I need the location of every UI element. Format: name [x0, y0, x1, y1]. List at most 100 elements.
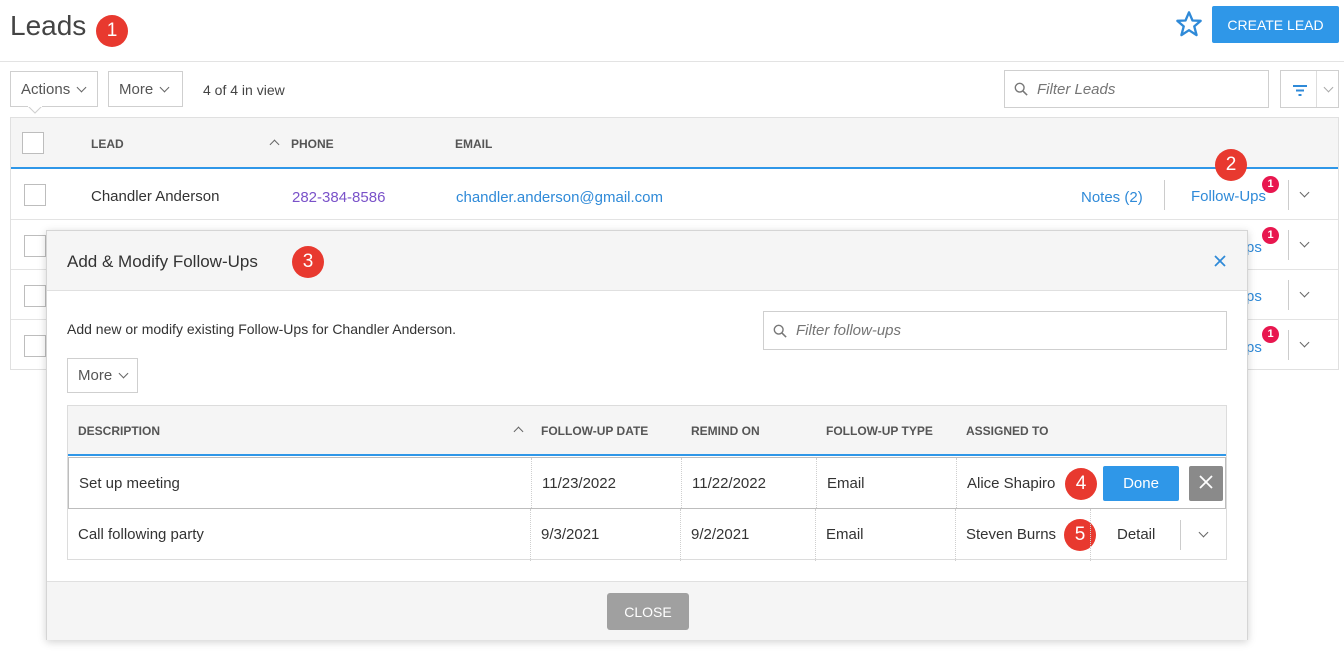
- column-divider: [1090, 509, 1091, 561]
- column-divider: [955, 509, 956, 561]
- filter-followups-input[interactable]: [763, 311, 1227, 350]
- row-expand-chevron-icon[interactable]: [1299, 337, 1310, 348]
- row-expand-chevron-icon[interactable]: [1299, 287, 1310, 298]
- close-button[interactable]: CLOSE: [607, 593, 689, 630]
- row-divider: [1180, 520, 1181, 550]
- column-divider: [815, 509, 816, 561]
- column-header-lead[interactable]: LEAD: [91, 137, 124, 151]
- column-divider: [816, 458, 817, 508]
- followup-remind-on: 9/2/2021: [691, 526, 750, 543]
- sort-ascending-icon[interactable]: [269, 139, 280, 150]
- followups-link[interactable]: Follow-Ups: [1191, 188, 1266, 205]
- row-divider: [1288, 230, 1289, 260]
- row-expand-chevron-icon[interactable]: [1198, 527, 1209, 538]
- caret-pointer-icon: [28, 106, 42, 114]
- cancel-edit-button[interactable]: [1189, 466, 1223, 501]
- followup-assigned-to: Alice Shapiro: [967, 475, 1056, 492]
- followup-date: 11/23/2022: [542, 475, 616, 492]
- row-divider: [1164, 180, 1165, 210]
- followup-remind-on: 11/22/2022: [692, 475, 766, 492]
- row-expand-chevron-icon[interactable]: [1299, 237, 1310, 248]
- modal-title: Add & Modify Follow-Ups: [67, 252, 258, 271]
- column-divider: [531, 458, 532, 508]
- star-icon[interactable]: [1175, 10, 1203, 38]
- modal-header: Add & Modify Follow-Ups 3: [47, 231, 1247, 291]
- followups-modal: Add & Modify Follow-Ups 3 Add new or mod…: [46, 230, 1248, 640]
- followups-table: DESCRIPTION FOLLOW-UP DATE REMIND ON FOL…: [67, 405, 1227, 561]
- detail-link[interactable]: Detail: [1117, 526, 1155, 543]
- followups-link[interactable]: ps: [1246, 339, 1262, 356]
- column-divider: [956, 458, 957, 508]
- modal-footer: CLOSE: [47, 581, 1247, 640]
- search-icon: [773, 324, 787, 338]
- column-divider: [530, 509, 531, 561]
- column-header-phone[interactable]: PHONE: [291, 137, 334, 151]
- callout-badge-1: 1: [96, 15, 128, 47]
- row-divider: [1288, 180, 1289, 210]
- followups-count-badge: 1: [1262, 176, 1279, 193]
- column-header-description[interactable]: DESCRIPTION: [78, 424, 160, 438]
- followup-type: Email: [826, 526, 864, 543]
- row-checkbox[interactable]: [24, 235, 46, 257]
- chevron-down-icon[interactable]: [1323, 82, 1334, 93]
- table-row: Set up meeting 11/23/2022 11/22/2022 Ema…: [68, 457, 1226, 509]
- column-header-remind-on[interactable]: REMIND ON: [691, 424, 760, 438]
- callout-badge-4: 4: [1065, 468, 1097, 500]
- page-header: Leads 1 CREATE LEAD: [0, 0, 1344, 62]
- in-view-count: 4 of 4 in view: [203, 82, 285, 98]
- chevron-down-icon: [159, 82, 170, 92]
- lead-name[interactable]: Chandler Anderson: [91, 188, 219, 205]
- filter-options-button[interactable]: [1280, 70, 1339, 108]
- filter-leads-input[interactable]: [1004, 70, 1269, 108]
- more-dropdown[interactable]: More: [108, 71, 183, 107]
- row-checkbox[interactable]: [24, 335, 46, 357]
- row-checkbox[interactable]: [24, 184, 46, 206]
- column-divider: [680, 509, 681, 561]
- row-checkbox[interactable]: [24, 285, 46, 307]
- followup-description[interactable]: Set up meeting: [79, 475, 180, 492]
- close-icon: [1199, 475, 1213, 489]
- close-icon[interactable]: [1212, 253, 1228, 269]
- followup-type: Email: [827, 475, 865, 492]
- more-label: More: [119, 80, 154, 98]
- column-header-email[interactable]: EMAIL: [455, 137, 492, 151]
- followup-assigned-to: Steven Burns: [966, 526, 1057, 543]
- select-all-checkbox[interactable]: [22, 132, 44, 154]
- column-divider: [681, 458, 682, 508]
- column-header-followup-date[interactable]: FOLLOW-UP DATE: [541, 424, 648, 438]
- row-expand-chevron-icon[interactable]: [1299, 187, 1310, 198]
- table-row: Chandler Anderson 282-384-8586 chandler.…: [11, 170, 1338, 220]
- followup-description[interactable]: Call following party: [78, 526, 204, 543]
- followup-date: 9/3/2021: [541, 526, 600, 543]
- row-divider: [1288, 330, 1289, 360]
- row-divider: [1288, 280, 1289, 310]
- callout-badge-3: 3: [292, 246, 324, 278]
- notes-link[interactable]: Notes (2): [1081, 189, 1143, 206]
- column-header-assigned-to[interactable]: ASSIGNED TO: [966, 424, 1048, 438]
- filter-icon: [1293, 85, 1307, 96]
- column-header-followup-type[interactable]: FOLLOW-UP TYPE: [826, 424, 933, 438]
- more-label: More: [78, 367, 113, 384]
- search-icon: [1014, 82, 1028, 96]
- modal-more-dropdown[interactable]: More: [67, 358, 139, 393]
- sort-ascending-icon[interactable]: [513, 426, 524, 437]
- filter-divider: [1316, 71, 1317, 107]
- callout-badge-5: 5: [1064, 519, 1096, 551]
- followups-link[interactable]: ps: [1246, 239, 1262, 256]
- done-button[interactable]: Done: [1103, 466, 1179, 501]
- chevron-down-icon: [76, 82, 87, 92]
- create-lead-button[interactable]: CREATE LEAD: [1212, 6, 1339, 43]
- followups-count-badge: 1: [1262, 227, 1279, 244]
- callout-badge-2: 2: [1215, 149, 1247, 181]
- followups-count-badge: 1: [1262, 326, 1279, 343]
- chevron-down-icon: [118, 368, 129, 379]
- lead-phone-link[interactable]: 282-384-8586: [292, 189, 385, 206]
- page-title: Leads: [10, 10, 87, 41]
- lead-email-link[interactable]: chandler.anderson@gmail.com: [456, 189, 663, 206]
- actions-label: Actions: [21, 80, 71, 98]
- modal-description: Add new or modify existing Follow-Ups fo…: [67, 321, 457, 337]
- followups-link[interactable]: ps: [1246, 288, 1262, 305]
- followups-table-header: DESCRIPTION FOLLOW-UP DATE REMIND ON FOL…: [68, 406, 1226, 456]
- leads-table-header: LEAD PHONE EMAIL: [11, 118, 1338, 169]
- actions-dropdown[interactable]: Actions: [10, 71, 98, 107]
